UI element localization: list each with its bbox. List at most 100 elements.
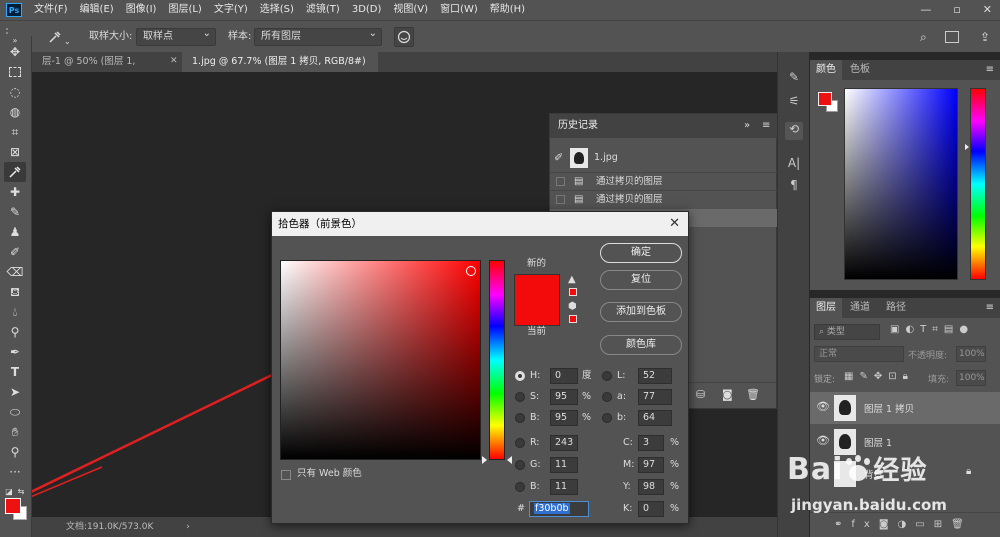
r-radio[interactable] bbox=[515, 438, 525, 448]
brush-settings-icon[interactable]: ⚟ bbox=[785, 94, 803, 112]
lock-icons[interactable]: ▦✎✥⊡🔒︎ bbox=[844, 371, 914, 382]
frame-tool-icon[interactable]: ⊠ bbox=[4, 142, 26, 162]
blue-radio[interactable] bbox=[515, 482, 525, 492]
layer-row[interactable]: 背景 🔒︎ bbox=[810, 458, 1000, 490]
sample-dropdown[interactable]: 所有图层 bbox=[254, 26, 382, 46]
blue-input[interactable]: 11 bbox=[550, 479, 578, 495]
marquee-tool-icon[interactable] bbox=[4, 62, 26, 82]
color-panel-menu-icon[interactable]: ≡ bbox=[986, 60, 994, 80]
menu-layer[interactable]: 图层(L) bbox=[162, 0, 207, 20]
history-snapshot-row[interactable]: ✐ 1.jpg bbox=[550, 146, 778, 170]
brush-tool-icon[interactable]: ✎ bbox=[4, 202, 26, 222]
history-checkbox[interactable] bbox=[556, 195, 565, 204]
blend-mode-dropdown[interactable]: 正常 bbox=[814, 346, 904, 362]
paint-bucket-tool-icon[interactable]: ⛾ bbox=[4, 282, 26, 302]
fill-input[interactable]: 100% bbox=[956, 370, 986, 386]
history-brush-source-icon[interactable]: ✐ bbox=[554, 146, 563, 170]
l-radio[interactable] bbox=[602, 371, 612, 381]
b-input[interactable]: 95 bbox=[550, 410, 578, 426]
a-radio[interactable] bbox=[602, 392, 612, 402]
menu-view[interactable]: 视图(V) bbox=[387, 0, 434, 20]
layer-name[interactable]: 图层 1 bbox=[864, 435, 892, 449]
add-to-swatches-button[interactable]: 添加到色板 bbox=[600, 302, 682, 322]
c-input[interactable]: 3 bbox=[638, 435, 664, 451]
menu-edit[interactable]: 编辑(E) bbox=[74, 0, 120, 20]
tab-paths[interactable]: 路径 bbox=[880, 298, 912, 318]
panel-collapse-icon[interactable]: » bbox=[744, 114, 750, 138]
menu-type[interactable]: 文字(Y) bbox=[208, 0, 254, 20]
tab-channels[interactable]: 通道 bbox=[844, 298, 876, 318]
dodge-tool-icon[interactable]: ⚲ bbox=[4, 322, 26, 342]
hue-pointer-left[interactable] bbox=[482, 456, 487, 464]
sample-size-dropdown[interactable]: 取样点 bbox=[136, 26, 216, 46]
type-tool-icon[interactable]: T bbox=[4, 362, 26, 382]
blur-tool-icon[interactable]: 💧︎ bbox=[4, 302, 26, 322]
color-panel-foreground-swatch[interactable] bbox=[818, 92, 832, 106]
visibility-eye-icon[interactable]: 👁︎ bbox=[816, 400, 830, 413]
menu-file[interactable]: 文件(F) bbox=[28, 0, 74, 20]
web-safe-swatch[interactable] bbox=[569, 315, 577, 323]
clone-stamp-tool-icon[interactable]: ♟ bbox=[4, 222, 26, 242]
workspace-icon[interactable] bbox=[945, 31, 959, 43]
lab-b-input[interactable]: 64 bbox=[638, 410, 672, 426]
character-panel-icon[interactable]: A| bbox=[785, 156, 803, 174]
history-checkbox[interactable] bbox=[556, 177, 565, 186]
panel-menu-icon[interactable]: ≡ bbox=[762, 114, 770, 138]
layer-filter-icons[interactable]: ▣◐T⌗▤● bbox=[890, 324, 974, 335]
menu-3d[interactable]: 3D(D) bbox=[346, 0, 388, 20]
menu-filter[interactable]: 滤镜(T) bbox=[300, 0, 346, 20]
layer-row[interactable]: 👁︎ 图层 1 拷贝 bbox=[810, 392, 1000, 424]
minimize-button[interactable]: — bbox=[920, 0, 931, 20]
foreground-color-swatch[interactable] bbox=[5, 498, 21, 514]
close-tab-1-icon[interactable]: ✕ bbox=[170, 56, 178, 66]
lasso-tool-icon[interactable]: ◌ bbox=[4, 82, 26, 102]
g-radio[interactable] bbox=[515, 460, 525, 470]
s-radio[interactable] bbox=[515, 392, 525, 402]
healing-brush-tool-icon[interactable]: ✚ bbox=[4, 182, 26, 202]
new-document-from-state-icon[interactable]: ⛁ bbox=[696, 388, 705, 401]
layer-name[interactable]: 背景 bbox=[864, 467, 883, 481]
tab-color[interactable]: 颜色 bbox=[810, 60, 842, 80]
menu-select[interactable]: 选择(S) bbox=[254, 0, 300, 20]
color-field-marker[interactable] bbox=[466, 266, 476, 276]
tab-swatches[interactable]: 色板 bbox=[844, 60, 876, 80]
h-radio[interactable] bbox=[515, 371, 525, 381]
ellipse-tool-icon[interactable]: ⬭ bbox=[4, 402, 26, 422]
sampling-ring-button[interactable] bbox=[394, 27, 414, 47]
h-input[interactable]: 0 bbox=[550, 368, 578, 384]
path-select-tool-icon[interactable]: ➤ bbox=[4, 382, 26, 402]
maximize-button[interactable]: ▫ bbox=[953, 0, 960, 20]
gamut-warning-icon[interactable]: ▲ bbox=[568, 274, 576, 285]
color-panel-hue-slider[interactable] bbox=[970, 88, 986, 280]
lab-b-radio[interactable] bbox=[602, 413, 612, 423]
m-input[interactable]: 97 bbox=[638, 457, 664, 473]
document-tab-2[interactable]: 1.jpg @ 67.7% (图层 1 拷贝, RGB/8#) * ✕ bbox=[182, 52, 378, 87]
b-radio[interactable] bbox=[515, 413, 525, 423]
k-input[interactable]: 0 bbox=[638, 501, 664, 517]
history-brush-tool-icon[interactable]: ✐ bbox=[4, 242, 26, 262]
reset-button[interactable]: 复位 bbox=[600, 270, 682, 290]
lock-icon[interactable]: 🔒︎ bbox=[966, 466, 971, 477]
eyedropper-tool-icon[interactable] bbox=[4, 162, 26, 182]
document-tab-1[interactable]: 层-1 @ 50% (图层 1, RGB/8#) * bbox=[32, 52, 182, 87]
menu-window[interactable]: 窗口(W) bbox=[434, 0, 484, 20]
layer-name[interactable]: 图层 1 拷贝 bbox=[864, 401, 914, 415]
ok-button[interactable]: 确定 bbox=[600, 243, 682, 263]
history-panel-icon[interactable]: ⟲ bbox=[785, 122, 803, 140]
crop-tool-icon[interactable]: ⌗ bbox=[4, 122, 26, 142]
layers-footer-icons[interactable]: ⚭fx◙◑▭⊞🗑︎ bbox=[810, 512, 1000, 536]
share-icon[interactable]: ⇪ bbox=[980, 28, 990, 46]
a-input[interactable]: 77 bbox=[638, 389, 672, 405]
history-item[interactable]: ▤ 通过拷贝的图层 bbox=[550, 190, 778, 208]
layers-panel-menu-icon[interactable]: ≡ bbox=[986, 298, 994, 318]
hue-pointer-right[interactable] bbox=[507, 456, 512, 464]
visibility-eye-icon[interactable]: 👁︎ bbox=[816, 434, 830, 447]
hex-input[interactable]: f30b0b bbox=[529, 501, 589, 517]
move-tool-icon[interactable]: ✥ bbox=[4, 42, 26, 62]
l-input[interactable]: 52 bbox=[638, 368, 672, 384]
saturation-brightness-field[interactable] bbox=[280, 260, 481, 460]
r-input[interactable]: 243 bbox=[550, 435, 578, 451]
brush-presets-icon[interactable]: ✎ bbox=[785, 70, 803, 88]
tab-layers[interactable]: 图层 bbox=[810, 298, 842, 318]
history-item[interactable]: ▤ 通过拷贝的图层 bbox=[550, 172, 778, 190]
